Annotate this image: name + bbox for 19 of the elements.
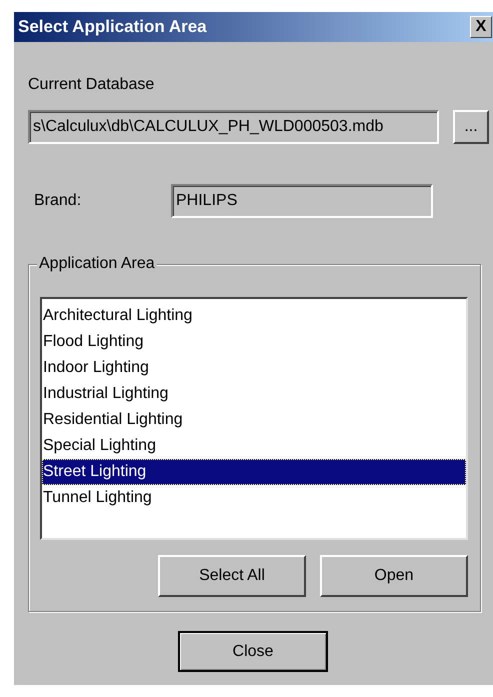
list-item[interactable]: Tunnel Lighting (42, 485, 466, 511)
open-button[interactable]: Open (320, 555, 468, 597)
database-path-field[interactable]: s\Calculux\db\CALCULUX_PH_WLD000503.mdb (28, 110, 439, 144)
window-close-icon-button[interactable]: X (470, 16, 492, 38)
brand-label: Brand: (33, 192, 82, 210)
list-item[interactable]: Street Lighting (42, 459, 466, 485)
list-item[interactable]: Special Lighting (42, 433, 466, 459)
database-label: Current Database (28, 76, 156, 94)
list-item[interactable]: Industrial Lighting (42, 381, 466, 407)
select-all-button[interactable]: Select All (158, 555, 306, 597)
list-item[interactable]: Flood Lighting (42, 329, 466, 355)
list-item[interactable]: Architectural Lighting (42, 303, 466, 329)
window-title: Select Application Area (18, 17, 207, 37)
list-item[interactable]: Indoor Lighting (42, 355, 466, 381)
list-item[interactable]: Residential Lighting (42, 407, 466, 433)
group-label: Application Area (37, 255, 157, 273)
browse-button[interactable]: ... (453, 110, 489, 144)
dismiss-button[interactable]: Close (178, 631, 328, 672)
brand-field: PHILIPS (171, 184, 433, 218)
